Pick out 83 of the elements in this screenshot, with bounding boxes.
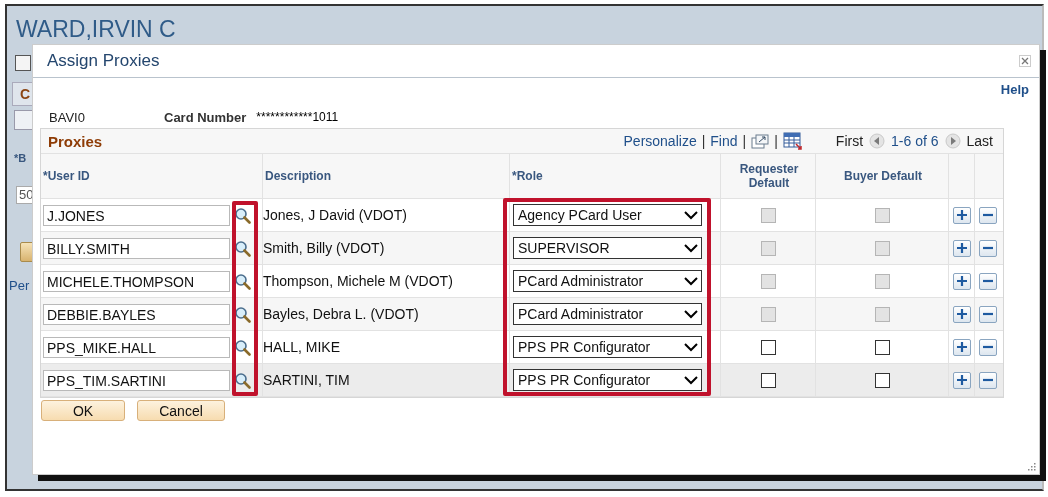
plus-icon bbox=[956, 243, 967, 253]
checkbox[interactable] bbox=[874, 372, 890, 388]
chevron-icon bbox=[684, 276, 698, 286]
checkbox[interactable] bbox=[15, 55, 31, 71]
plus-icon bbox=[956, 276, 967, 286]
plus-icon bbox=[956, 375, 967, 385]
checkbox[interactable] bbox=[760, 339, 776, 355]
close-icon[interactable] bbox=[1019, 55, 1031, 67]
search-icon[interactable] bbox=[234, 272, 251, 290]
dialog-title: Assign Proxies bbox=[47, 51, 160, 71]
search-icon[interactable] bbox=[234, 305, 251, 323]
add-row-button[interactable] bbox=[952, 371, 971, 389]
add-row-button[interactable] bbox=[952, 338, 971, 356]
search-icon[interactable] bbox=[234, 371, 251, 389]
plus-icon bbox=[956, 309, 967, 319]
delete-row-button[interactable] bbox=[979, 239, 997, 257]
search-icon[interactable] bbox=[234, 206, 251, 224]
chevron-icon bbox=[684, 342, 698, 352]
add-row-button[interactable] bbox=[952, 206, 971, 224]
column-header: Requester Default bbox=[721, 154, 816, 198]
card-number-label: Card Number bbox=[164, 109, 247, 125]
user-id-field[interactable]: PPS_MIKE.HALL bbox=[43, 336, 230, 358]
new-window-icon[interactable] bbox=[751, 133, 770, 149]
role-dropdown[interactable]: PPS PR Configurator bbox=[513, 336, 702, 358]
description-text: Thompson, Michele M (VDOT) bbox=[263, 273, 453, 289]
column-header: *User ID bbox=[41, 154, 263, 198]
spreadsheet-icon[interactable] bbox=[782, 132, 803, 150]
role-dropdown[interactable]: PCard Administrator bbox=[513, 303, 702, 325]
chevron-icon bbox=[684, 375, 698, 385]
chevron-icon bbox=[684, 210, 698, 220]
description-text: Bayles, Debra L. (VDOT) bbox=[263, 306, 419, 322]
link[interactable]: Per bbox=[9, 278, 30, 293]
user-id-field[interactable]: PPS_TIM.SARTINI bbox=[43, 369, 230, 391]
checkbox[interactable] bbox=[874, 339, 890, 355]
user-id-field[interactable]: DEBBIE.BAYLES bbox=[43, 303, 230, 325]
delete-row-button[interactable] bbox=[979, 272, 997, 290]
delete-row-button[interactable] bbox=[979, 206, 997, 224]
plus-icon bbox=[956, 342, 967, 352]
user-id-field[interactable]: BILLY.SMITH bbox=[43, 237, 230, 259]
add-row-button[interactable] bbox=[952, 305, 971, 323]
resize-grip-icon[interactable] bbox=[1026, 461, 1036, 471]
toolbar-link[interactable]: Find bbox=[710, 133, 738, 149]
dialog-button[interactable]: OK bbox=[41, 400, 125, 421]
last-link[interactable]: Last bbox=[966, 133, 993, 149]
plus-icon bbox=[956, 210, 967, 220]
description-text: Jones, J David (VDOT) bbox=[263, 207, 407, 223]
separator-text: | bbox=[774, 133, 778, 149]
chevron-icon bbox=[684, 309, 698, 319]
role-dropdown[interactable]: SUPERVISOR bbox=[513, 237, 702, 259]
search-icon[interactable] bbox=[234, 239, 251, 257]
page-title: WARD,IRVIN C bbox=[16, 16, 177, 43]
add-row-button[interactable] bbox=[952, 272, 971, 290]
description-text: Smith, Billy (VDOT) bbox=[263, 240, 385, 256]
search-icon[interactable] bbox=[234, 338, 251, 356]
description-text: HALL, MIKE bbox=[263, 339, 341, 355]
role-dropdown[interactable]: Agency PCard User bbox=[513, 204, 702, 226]
role-dropdown[interactable]: PCard Administrator bbox=[513, 270, 702, 292]
next-icon[interactable] bbox=[944, 133, 961, 149]
column-header: Buyer Default bbox=[816, 154, 949, 198]
column-header: *Role bbox=[510, 154, 721, 198]
card-number-text: ************1011 bbox=[256, 110, 339, 124]
dialog-button[interactable]: Cancel bbox=[137, 400, 225, 421]
checkbox[interactable] bbox=[760, 372, 776, 388]
field-label: *B bbox=[14, 152, 27, 164]
add-row-button[interactable] bbox=[952, 239, 971, 257]
card-id-text: BAVI0 bbox=[49, 109, 86, 125]
role-dropdown[interactable]: PPS PR Configurator bbox=[513, 369, 702, 391]
separator-text: | bbox=[701, 133, 706, 149]
help-link[interactable]: Help bbox=[1000, 82, 1029, 100]
range-text: 1-6 of 6 bbox=[891, 133, 939, 149]
delete-row-button[interactable] bbox=[979, 305, 997, 323]
toolbar-link[interactable]: Personalize bbox=[623, 133, 697, 149]
grid-title: Proxies bbox=[48, 132, 103, 150]
user-id-field[interactable]: MICHELE.THOMPSON bbox=[43, 270, 230, 292]
first-link[interactable]: First bbox=[835, 133, 864, 149]
previous-icon[interactable] bbox=[869, 133, 886, 149]
column-header: Description bbox=[263, 154, 510, 198]
chevron-icon bbox=[684, 243, 698, 253]
user-id-field[interactable]: J.JONES bbox=[43, 204, 230, 226]
description-text: SARTINI, TIM bbox=[263, 372, 350, 388]
separator-text: | bbox=[742, 133, 747, 149]
delete-row-button[interactable] bbox=[979, 338, 997, 356]
delete-row-button[interactable] bbox=[979, 371, 997, 389]
